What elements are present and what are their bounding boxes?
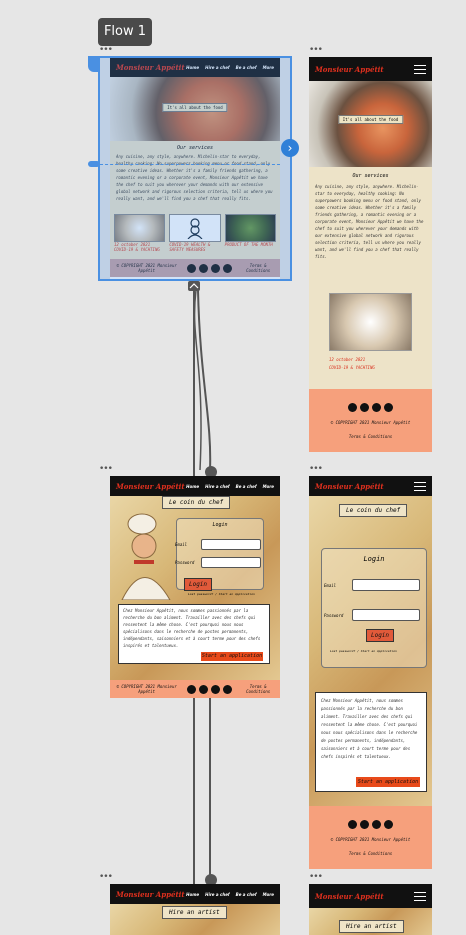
chef-background: Le coin du chef Login Email Password Log… (110, 496, 280, 680)
instagram-icon[interactable] (211, 684, 221, 694)
email-label: Email (175, 542, 188, 547)
artboard-handle[interactable]: ••• (309, 465, 323, 474)
footer-terms[interactable]: Terms & Conditions (240, 684, 276, 694)
twitter-icon[interactable] (384, 820, 393, 829)
hamburger-menu-icon[interactable] (414, 891, 426, 901)
nav-bar: Monsieur Appétit (309, 57, 432, 81)
nav-be-chef[interactable]: Be a chef (236, 892, 257, 897)
start-application-button[interactable]: Start an application (201, 652, 263, 661)
chef-info-text: Chez Monsieur Appétit, nous sommes passi… (321, 698, 418, 759)
email-field[interactable] (201, 539, 261, 550)
hero-image: It's all about the food (309, 81, 432, 167)
brand-logo[interactable]: Monsieur Appétit (315, 482, 384, 491)
forgot-password-link[interactable]: Lost password? / Start an Application (330, 649, 397, 653)
chef-info-text: Chez Monsieur Appétit, nous sommes passi… (123, 608, 261, 648)
footer-copyright: © COPYRIGHT 2021 Monsieur Appétit (116, 684, 177, 694)
start-application-button[interactable]: Start an application (356, 777, 420, 787)
login-title: Login (363, 555, 385, 563)
nav-hire-chef[interactable]: Hire a chef (205, 484, 230, 489)
nav-bar: Monsieur Appétit Home Hire a chef Be a c… (110, 884, 280, 904)
artboard-handle[interactable]: ••• (309, 46, 323, 55)
nav-hire-chef[interactable]: Hire a chef (205, 892, 230, 897)
brand-logo[interactable]: Monsieur Appétit (315, 892, 384, 901)
facebook-icon[interactable] (348, 403, 357, 412)
linkedin-icon[interactable] (360, 403, 369, 412)
chef-info-card: Chez Monsieur Appétit, nous sommes passi… (118, 604, 270, 664)
artboard-hire-mobile[interactable]: Monsieur Appétit Hire an artist (309, 884, 432, 935)
footer-terms[interactable]: Terms & Conditions (309, 434, 432, 439)
login-form: Login Email Password Login Lost password… (321, 548, 427, 668)
nav-be-chef[interactable]: Be a chef (236, 484, 257, 489)
artboard-hire-desktop[interactable]: Monsieur Appétit Home Hire a chef Be a c… (110, 884, 280, 935)
footer-copyright: © COPYRIGHT 2021 Monsieur Appétit (330, 420, 411, 425)
footer: © COPYRIGHT 2021 Monsieur Appétit Terms … (309, 389, 432, 452)
footer-terms[interactable]: Terms & Conditions (309, 851, 432, 856)
nav-home[interactable]: Home (186, 892, 199, 897)
selection-tab (88, 56, 100, 72)
instagram-icon[interactable] (372, 403, 381, 412)
artboard-handle[interactable]: ••• (99, 873, 113, 882)
nav-bar: Monsieur Appétit Home Hire a chef Be a c… (110, 476, 280, 496)
twitter-icon[interactable] (223, 684, 233, 694)
page-title: Hire an artist (339, 920, 404, 933)
login-title: Login (212, 522, 228, 528)
brand-logo[interactable]: Monsieur Appétit (116, 482, 185, 491)
services-title: Our services (352, 173, 389, 179)
hotspot-handle[interactable] (88, 161, 100, 167)
chef-illustration (121, 513, 171, 600)
chevron-right-icon[interactable]: › (281, 139, 299, 157)
artboard-chef-desktop[interactable]: Monsieur Appétit Home Hire a chef Be a c… (110, 476, 280, 698)
page-title: Le coin du chef (162, 496, 231, 509)
hero-label: It's all about the food (337, 115, 404, 124)
artboard-handle[interactable]: ••• (309, 873, 323, 882)
password-label: Password (324, 613, 344, 618)
footer: © COPYRIGHT 2021 Monsieur Appétit Terms … (309, 806, 432, 869)
hire-background: Hire an artist (110, 904, 280, 935)
nav-home[interactable]: Home (186, 484, 199, 489)
footer-copyright: © COPYRIGHT 2021 Monsieur Appétit (330, 837, 411, 842)
instagram-icon[interactable] (372, 820, 381, 829)
twitter-icon[interactable] (384, 403, 393, 412)
password-field[interactable] (352, 609, 420, 621)
nav-bar: Monsieur Appétit (309, 884, 432, 908)
email-label: Email (324, 583, 337, 588)
email-field[interactable] (352, 579, 420, 591)
linkedin-icon[interactable] (199, 684, 209, 694)
nav-bar: Monsieur Appétit (309, 476, 432, 496)
artboard-handle[interactable]: ••• (99, 46, 113, 55)
selection-frame[interactable] (98, 56, 292, 281)
social-icons (187, 684, 233, 694)
chef-info-card: Chez Monsieur Appétit, nous sommes passi… (315, 692, 427, 792)
artboard-handle[interactable]: ••• (99, 465, 113, 474)
social-icons (309, 820, 432, 829)
facebook-icon[interactable] (348, 820, 357, 829)
page-title: Le coin du chef (339, 504, 408, 517)
chef-background: Le coin du chef Login Email Password Log… (309, 496, 432, 806)
brand-logo[interactable]: Monsieur Appétit (116, 890, 185, 899)
artboard-chef-mobile[interactable]: Monsieur Appétit Le coin du chef Login E… (309, 476, 432, 869)
social-icons (309, 403, 432, 412)
food-image (329, 293, 412, 351)
brand-logo[interactable]: Monsieur Appétit (315, 65, 384, 74)
footer: © COPYRIGHT 2021 Monsieur Appétit Terms … (110, 680, 280, 698)
artboard-home-mobile[interactable]: Monsieur Appétit It's all about the food… (309, 57, 432, 452)
login-button[interactable]: Login (184, 578, 212, 591)
nav-more[interactable]: More (263, 484, 274, 489)
card-covid-yachting[interactable]: 12 october 2021 COVID-19 & YACHTING (309, 287, 432, 389)
hire-background: Hire an artist (309, 908, 432, 935)
login-button[interactable]: Login (366, 629, 394, 642)
hotspot-link-line (100, 164, 280, 165)
forgot-password-link[interactable]: Lost password? / Start an Application (188, 592, 255, 596)
services-text: Any cuisine, any style, anywhere. Michel… (315, 184, 424, 259)
hamburger-menu-icon[interactable] (414, 64, 426, 74)
facebook-icon[interactable] (187, 684, 197, 694)
hamburger-menu-icon[interactable] (414, 481, 426, 491)
password-field[interactable] (201, 557, 261, 568)
password-label: Password (175, 560, 195, 565)
linkedin-icon[interactable] (360, 820, 369, 829)
page-title: Hire an artist (162, 906, 227, 919)
nav-more[interactable]: More (263, 892, 274, 897)
